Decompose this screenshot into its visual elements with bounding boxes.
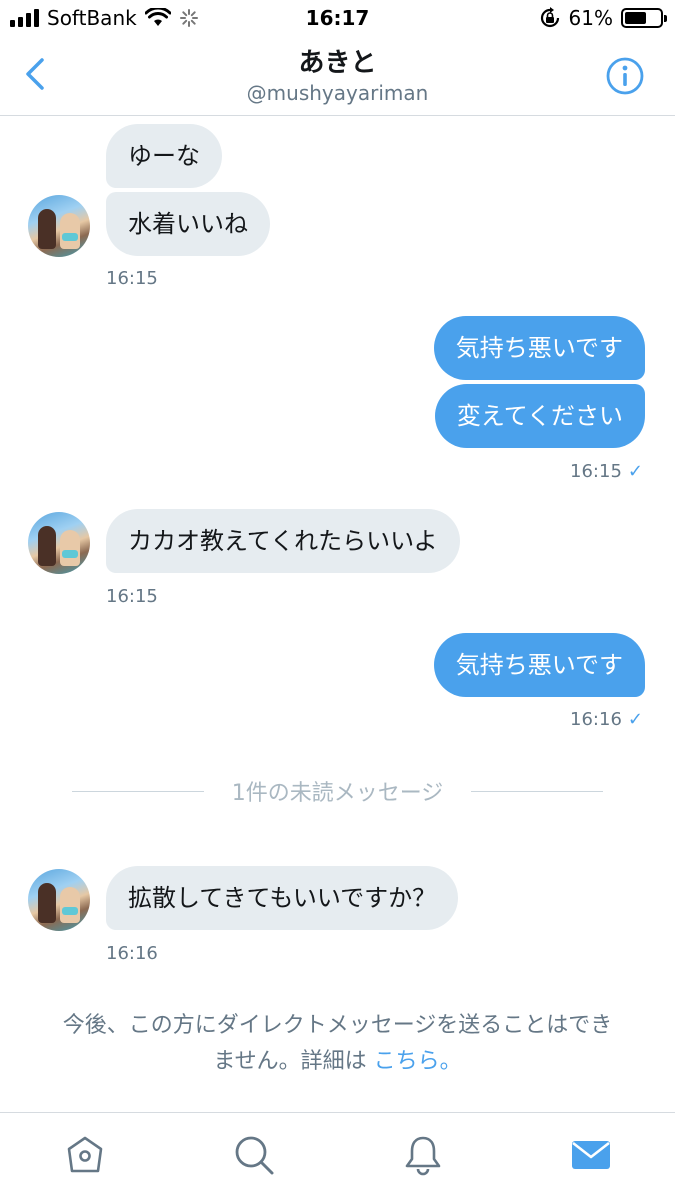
tab-bar — [0, 1112, 675, 1200]
message-incoming[interactable]: ゆーな — [106, 124, 222, 188]
message-text: 変えてください — [456, 402, 623, 430]
status-bar: SoftBank 16:17 61% — [0, 0, 675, 40]
home-icon[interactable] — [63, 1133, 107, 1177]
conversation-title: あきと — [298, 48, 377, 78]
message-timestamp: 16:15 — [106, 586, 158, 607]
info-icon[interactable] — [605, 56, 645, 96]
header-title-group[interactable]: あきと @mushyayariman — [0, 46, 675, 106]
conversation-handle: @mushyayariman — [246, 81, 429, 105]
details-link[interactable]: こちら。 — [374, 1049, 462, 1074]
conversation-header: あきと @mushyayariman — [0, 40, 675, 116]
message-text: カカオ教えてくれたらいいよ — [128, 527, 438, 555]
dm-disabled-notice: 今後、この方にダイレクトメッセージを送ることはでき ません。詳細は こちら。 — [16, 1008, 659, 1080]
message-outgoing[interactable]: 気持ち悪いです — [433, 633, 645, 697]
avatar[interactable] — [28, 195, 90, 257]
notice-line-1: 今後、この方にダイレクトメッセージを送ることはでき — [62, 1013, 613, 1038]
messages-icon[interactable] — [569, 1133, 613, 1177]
message-incoming[interactable]: 水着いいね — [106, 192, 270, 256]
message-timestamp: 16:16 — [570, 709, 622, 730]
battery-icon — [621, 8, 667, 28]
search-icon[interactable] — [232, 1133, 276, 1177]
message-incoming[interactable]: 拡散してきてもいいですか？ — [106, 866, 459, 930]
message-timestamp: 16:16 — [106, 943, 158, 964]
message-timestamp-row: 16:15 ✓ — [570, 461, 643, 482]
message-text: 気持ち悪いです — [455, 334, 623, 362]
message-timestamp: 16:15 — [106, 268, 158, 289]
message-timestamp: 16:15 — [570, 461, 622, 482]
rotation-lock-icon — [540, 7, 559, 28]
message-outgoing[interactable]: 気持ち悪いです — [433, 316, 645, 380]
notice-line-2: ません。詳細は こちら。 — [16, 1044, 659, 1080]
message-timestamp-row: 16:16 ✓ — [570, 709, 643, 730]
message-incoming[interactable]: カカオ教えてくれたらいいよ — [106, 509, 460, 573]
notice-text: ません。詳細は — [213, 1049, 367, 1074]
sent-check-icon: ✓ — [627, 461, 643, 482]
message-text: 水着いいね — [128, 210, 248, 238]
message-text: 拡散してきてもいいですか？ — [128, 884, 437, 912]
battery-fill — [625, 12, 646, 24]
status-right: 61% — [539, 6, 667, 30]
message-outgoing[interactable]: 変えてください — [434, 384, 645, 448]
notifications-icon[interactable] — [401, 1133, 445, 1177]
message-text: 気持ち悪いです — [455, 651, 623, 679]
message-text: ゆーな — [128, 142, 200, 170]
avatar[interactable] — [28, 869, 90, 931]
battery-percent: 61% — [568, 6, 613, 30]
sent-check-icon: ✓ — [627, 709, 643, 730]
unread-divider: 1件の未読メッセージ — [72, 776, 603, 806]
avatar[interactable] — [28, 512, 90, 574]
unread-divider-label: 1件の未読メッセージ — [231, 781, 444, 806]
